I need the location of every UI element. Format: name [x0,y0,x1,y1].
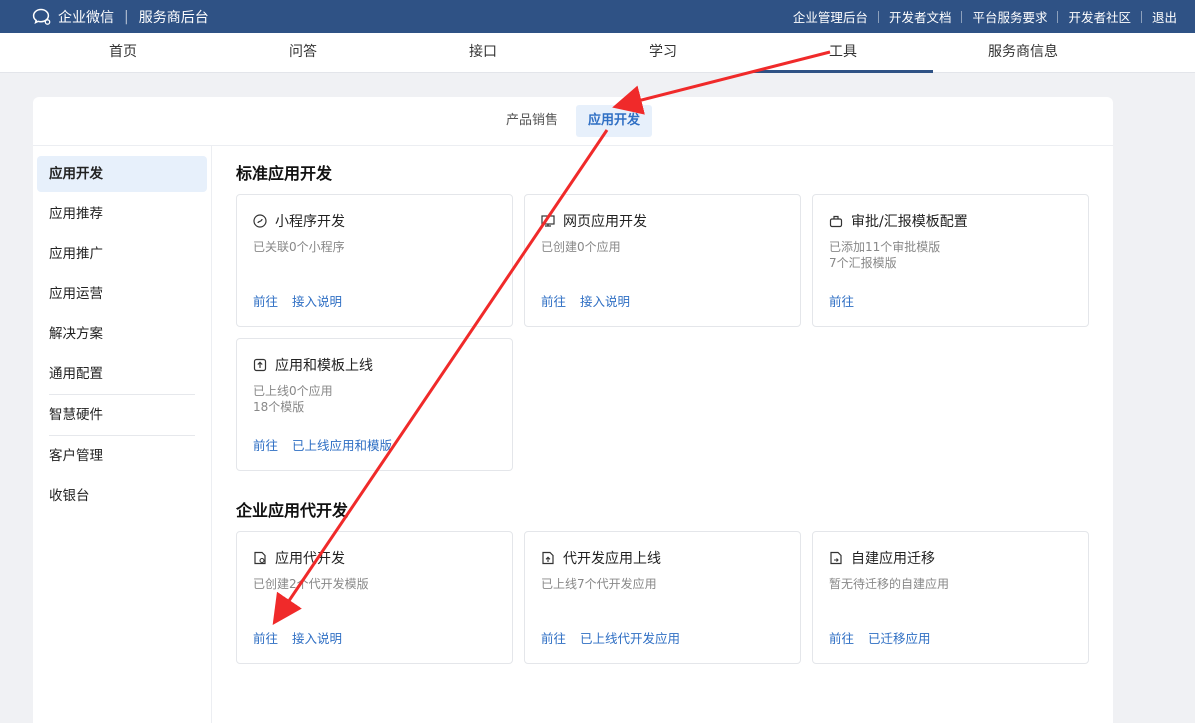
card-desc-line: 已创建2个代开发模版 [253,577,369,591]
card-desc-line: 18个模版 [253,400,305,414]
card-secondary-link[interactable]: 接入说明 [292,628,342,647]
card-secondary-link[interactable]: 已迁移应用 [868,628,931,647]
top-link-divider [1057,10,1059,23]
feature-card: 小程序开发已关联0个小程序前往 接入说明 [236,194,513,327]
section-title: 企业应用代开发 [236,501,349,520]
feature-card: 应用代开发已创建2个代开发模版前往 接入说明 [236,531,513,664]
card-goto-link[interactable]: 前往 [829,291,854,310]
sidebar-divider [49,435,195,436]
top-links: 企业管理后台 开发者文档 平台服务要求 开发者社区 退出 [793,7,1177,26]
top-link-0[interactable]: 企业管理后台 [793,7,868,26]
feature-card: 审批/汇报模板配置已添加11个审批模版 7个汇报模版前往 [812,194,1089,327]
top-bar: 企业微信 | 服务商后台 企业管理后台 开发者文档 平台服务要求 开发者社区 退出 [0,0,1195,33]
main-panel: 产品销售 应用开发 应用开发 应用推荐 应用推广 应用运营 解决方案 通用配置 智慧硬件 客户管… [33,97,1113,723]
brand-divider: | [124,8,129,25]
feature-card: 代开发应用上线已上线7个代开发应用前往 已上线代开发应用 [524,531,801,664]
sidebar-item-7[interactable]: 客户管理 [37,438,207,474]
sidebar-item-4[interactable]: 解决方案 [37,316,207,352]
card-goto-link[interactable]: 前往 [541,628,566,647]
wecom-logo-icon [32,8,52,26]
card-goto-link[interactable]: 前往 [541,291,566,310]
sidebar-item-0[interactable]: 应用开发 [37,156,207,192]
card-desc-line: 已关联0个小程序 [253,240,345,254]
sidebar-item-5[interactable]: 通用配置 [37,356,207,392]
card-desc-line: 已创建0个应用 [541,240,621,254]
top-link-divider [1140,10,1142,23]
card-grid: 应用代开发 已创建2个代开发模版 前往 接入说明 代开发应用上线 已上线7个代开发应用 前往… [236,531,1089,664]
upload-icon [253,358,267,372]
card-secondary-link[interactable]: 已上线代开发应用 [580,628,680,647]
card-goto-link[interactable]: 前往 [829,628,854,647]
main-nav: 首页 问答 接口 学习 工具 服务商信息 [0,33,1195,73]
nav-tab-4[interactable]: 工具 [753,33,933,73]
top-link-4[interactable]: 退出 [1152,7,1177,26]
nav-tab-1[interactable]: 问答 [213,33,393,72]
brand[interactable]: 企业微信 | 服务商后台 [32,7,209,27]
sidebar: 应用开发应用推荐应用推广应用运营解决方案通用配置智慧硬件客户管理收银台 [33,146,212,723]
web-app-icon [541,214,555,228]
card-goto-link[interactable]: 前往 [253,435,278,454]
approval-template-icon [829,214,843,228]
card-title: 审批/汇报模板配置 [851,214,968,230]
card-grid: 小程序开发 已关联0个小程序 前往 接入说明 网页应用开发 已创建0个应用 前往 接入说明 审批… [236,194,1089,471]
card-secondary-link[interactable]: 已上线应用和模版 [292,435,392,454]
sidebar-item-8[interactable]: 收银台 [37,478,207,514]
nav-tab-5[interactable]: 服务商信息 [933,33,1113,72]
card-title: 小程序开发 [275,214,345,230]
card-title: 应用代开发 [275,551,345,567]
top-link-divider [961,10,963,23]
brand-name: 企业微信 [58,9,114,26]
card-title: 自建应用迁移 [851,551,935,567]
feature-card: 自建应用迁移暂无待迁移的自建应用前往 已迁移应用 [812,531,1089,664]
card-desc-line: 已上线0个应用 [253,384,333,398]
card-title: 网页应用开发 [563,214,647,230]
card-desc-line: 7个汇报模版 [829,256,897,270]
top-link-2[interactable]: 平台服务要求 [972,7,1047,26]
top-link-divider [877,10,879,23]
mini-program-icon [253,214,267,228]
sub-tab-0[interactable]: 产品销售 [494,105,570,137]
nav-tab-3[interactable]: 学习 [573,33,753,72]
delegate-dev-icon [253,551,267,565]
sub-tabs: 产品销售 应用开发 [33,97,1113,146]
card-secondary-link[interactable]: 接入说明 [580,291,630,310]
card-desc-line: 暂无待迁移的自建应用 [829,577,950,591]
content-area: 标准应用开发 小程序开发 已关联0个小程序 前往 接入说明 网页应用开发 已创建0个应用 前往… [212,146,1113,723]
sidebar-item-6[interactable]: 智慧硬件 [37,397,207,433]
sub-tab-1[interactable]: 应用开发 [576,105,653,137]
card-title: 应用和模板上线 [275,358,373,374]
nav-tab-0[interactable]: 首页 [33,33,213,72]
sidebar-item-2[interactable]: 应用推广 [37,236,207,272]
card-goto-link[interactable]: 前往 [253,628,278,647]
sidebar-divider [49,394,195,395]
top-link-3[interactable]: 开发者社区 [1068,7,1131,26]
card-desc-line: 已添加11个审批模版 [829,240,941,254]
feature-card: 网页应用开发已创建0个应用前往 接入说明 [524,194,801,327]
card-title: 代开发应用上线 [563,551,661,567]
sidebar-item-3[interactable]: 应用运营 [37,276,207,312]
card-goto-link[interactable]: 前往 [253,291,278,310]
sidebar-item-1[interactable]: 应用推荐 [37,196,207,232]
card-secondary-link[interactable]: 接入说明 [292,291,342,310]
migrate-icon [829,551,843,565]
top-link-1[interactable]: 开发者文档 [889,7,952,26]
delegate-launch-icon [541,551,555,565]
card-desc-line: 已上线7个代开发应用 [541,577,657,591]
feature-card: 应用和模板上线已上线0个应用 18个模版前往 已上线应用和模版 [236,338,513,471]
nav-tab-2[interactable]: 接口 [393,33,573,72]
brand-subtitle: 服务商后台 [138,9,209,26]
section-title: 标准应用开发 [236,164,333,183]
